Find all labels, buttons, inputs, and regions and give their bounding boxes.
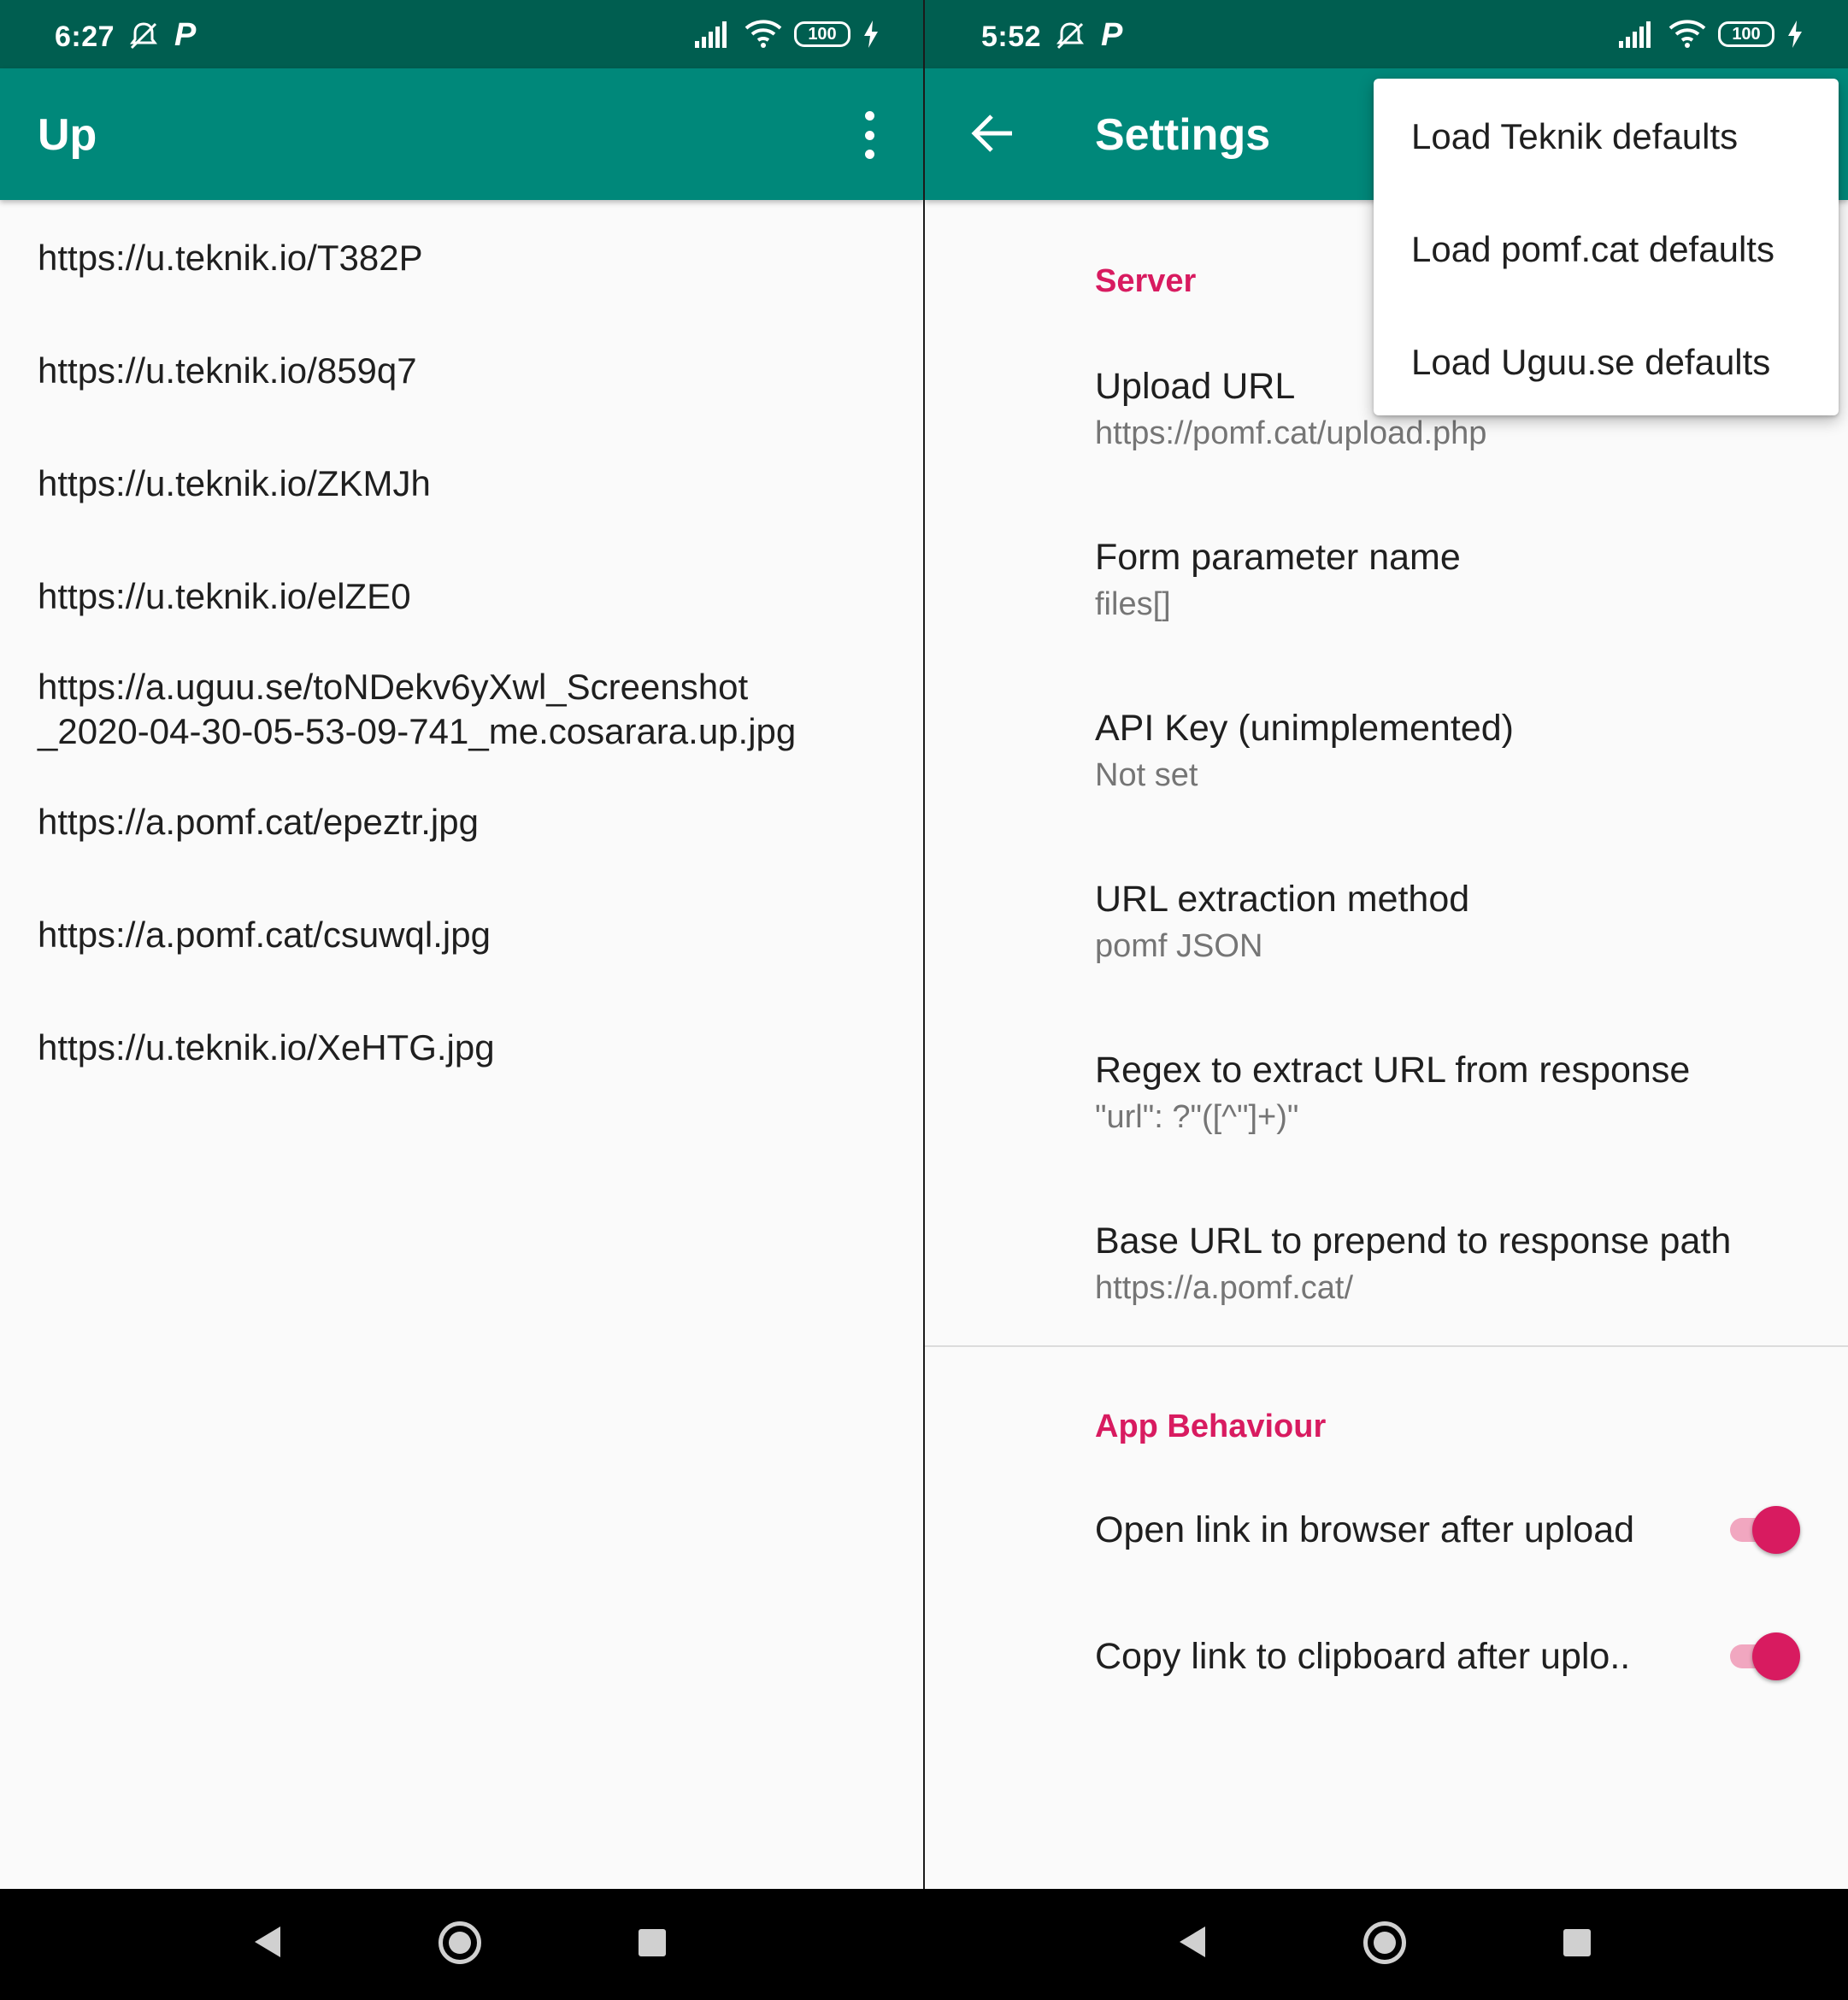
charging-icon [864,21,878,48]
pref-title: Upload URL [1095,366,1296,407]
parking-icon: P [174,17,197,53]
pref-title: API Key (unimplemented) [1095,708,1514,749]
pref-summary: https://pomf.cat/upload.php [1095,415,1487,451]
signal-icon [695,21,727,48]
battery-icon: 100 [1718,21,1774,47]
nav-back-icon[interactable] [1180,1926,1205,1957]
status-time: 5:52 [981,21,1042,53]
list-item-continued[interactable]: _2020-04-30-05-53-09-741_me.cosarara.up.… [38,709,796,754]
overflow-menu-icon[interactable] [852,111,886,159]
bell-muted-icon [1056,22,1084,50]
pref-summary: Not set [1095,757,1198,793]
status-bar: 5:52 P 100 [925,0,1848,68]
nav-recents-icon[interactable] [1563,1929,1591,1956]
pref-summary: files[] [1095,586,1171,622]
status-bar: 6:27 P 100 [0,0,924,68]
main-screen: 6:27 P 100 Up https://u.teknik.io/T382P … [0,0,924,2000]
screen-divider [923,0,925,1889]
pref-title: Regex to extract URL from response [1095,1050,1691,1091]
category-server: Server [1095,263,1197,299]
list-item[interactable]: https://u.teknik.io/XeHTG.jpg [38,1026,495,1070]
charging-icon [1788,21,1802,48]
list-item[interactable]: https://a.pomf.cat/epeztr.jpg [38,800,479,844]
pref-summary: "url": ?"([^"]+)" [1095,1099,1299,1135]
divider [925,1345,1848,1347]
nav-home-icon[interactable] [1363,1921,1406,1964]
back-arrow-icon[interactable] [968,108,1019,159]
pref-title: Form parameter name [1095,537,1461,578]
list-item[interactable]: https://u.teknik.io/859q7 [38,349,417,393]
list-item[interactable]: https://u.teknik.io/T382P [38,236,423,280]
category-app-behaviour: App Behaviour [1095,1409,1327,1444]
list-item[interactable]: https://u.teknik.io/ZKMJh [38,462,431,506]
page-title: Up [38,110,97,160]
bell-muted-icon [130,22,157,50]
pref-summary: pomf JSON [1095,928,1263,964]
pref-title: Copy link to clipboard after uplo.. [1095,1636,1631,1677]
pref-summary: https://a.pomf.cat/ [1095,1270,1354,1306]
overflow-popup-menu: Load Teknik defaults Load pomf.cat defau… [1374,79,1839,415]
pref-title: Base URL to prepend to response path [1095,1221,1732,1262]
signal-icon [1619,21,1651,48]
list-item[interactable]: https://u.teknik.io/elZE0 [38,574,411,619]
nav-home-icon[interactable] [438,1921,481,1964]
menu-item-uguu[interactable]: Load Uguu.se defaults [1411,342,1770,383]
status-time: 6:27 [55,21,115,53]
open-link-toggle[interactable] [1725,1503,1802,1554]
parking-icon: P [1101,17,1123,53]
settings-screen: 5:52 P 100 Settings Server Upload URL ht… [925,0,1848,2000]
list-item[interactable]: https://a.uguu.se/toNDekv6yXwl_Screensho… [38,665,748,709]
list-item[interactable]: https://a.pomf.cat/csuwql.jpg [38,913,491,957]
menu-item-teknik[interactable]: Load Teknik defaults [1411,116,1738,157]
pref-title: URL extraction method [1095,879,1470,920]
wifi-icon [744,20,782,48]
nav-bar [0,1889,924,2000]
nav-back-icon[interactable] [255,1926,280,1957]
wifi-icon [1668,20,1706,48]
copy-link-toggle[interactable] [1725,1629,1802,1680]
battery-icon: 100 [794,21,850,47]
nav-recents-icon[interactable] [639,1929,666,1956]
menu-item-pomf[interactable]: Load pomf.cat defaults [1411,229,1774,270]
page-title: Settings [1095,110,1271,160]
nav-bar [925,1889,1848,2000]
app-bar: Up [0,68,924,200]
pref-title: Open link in browser after upload [1095,1509,1635,1550]
